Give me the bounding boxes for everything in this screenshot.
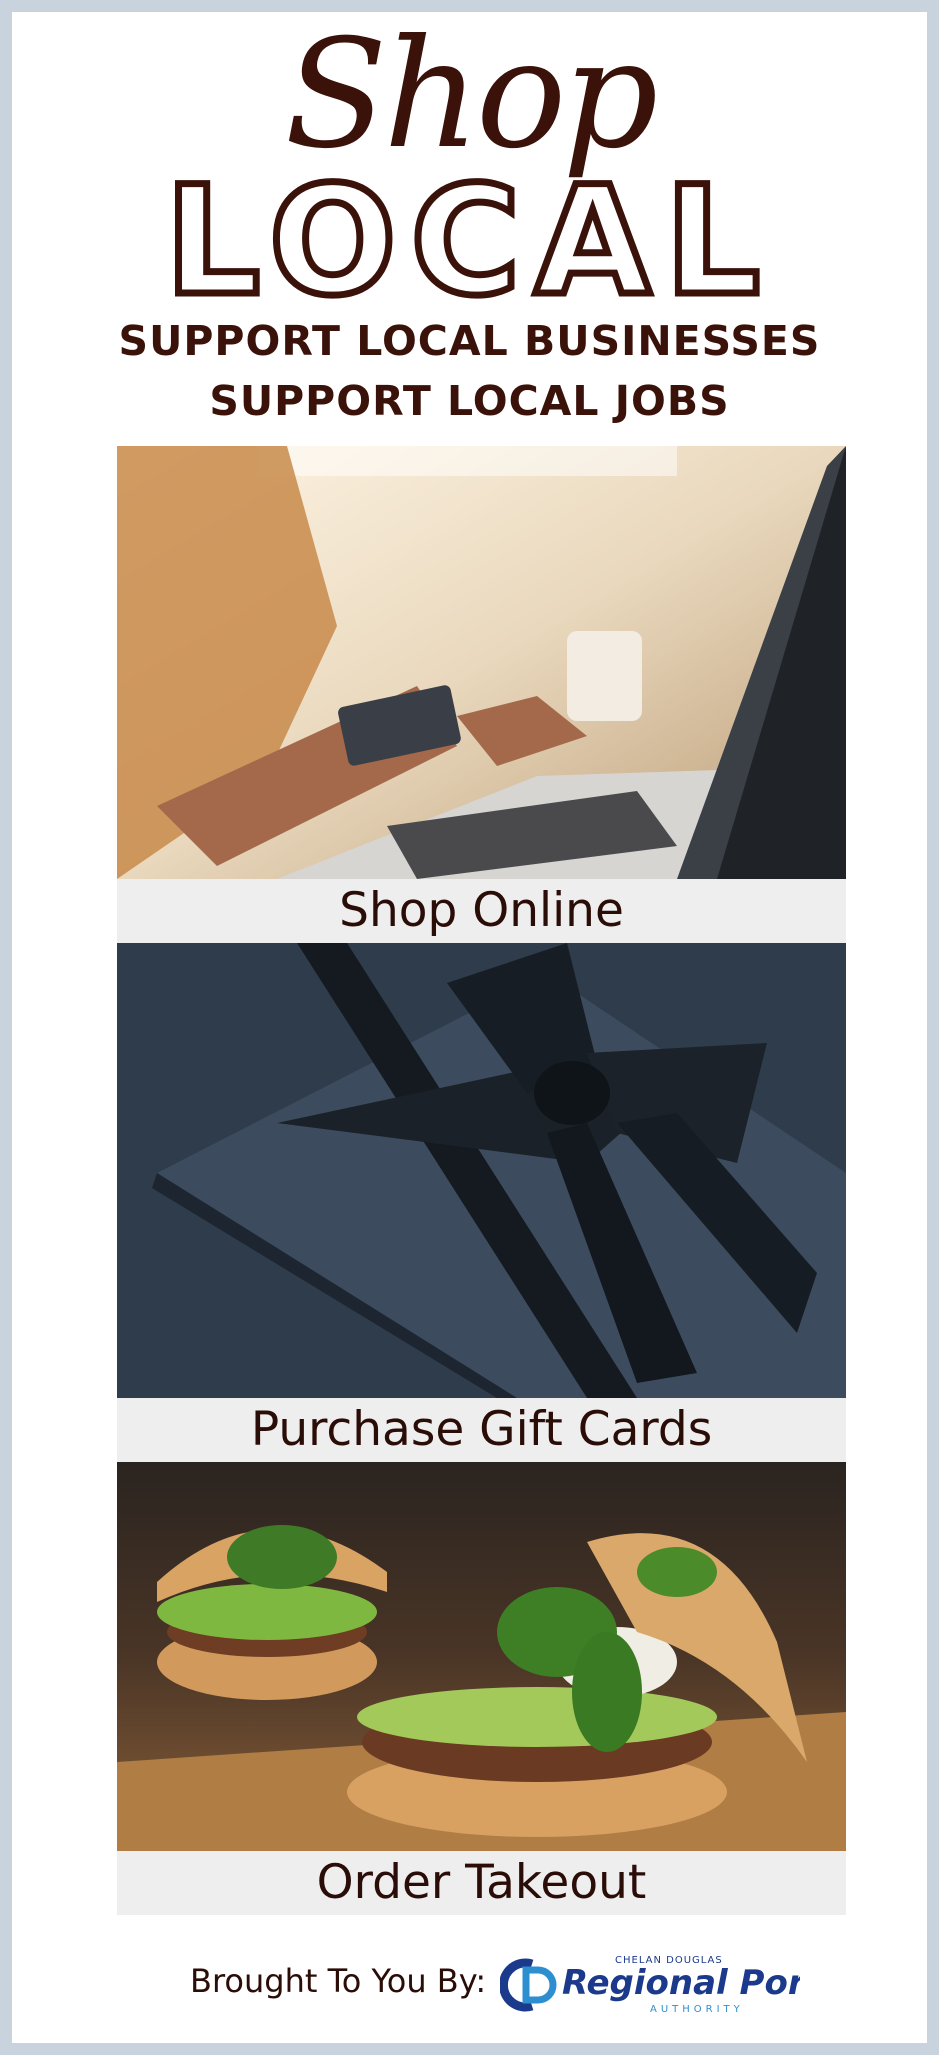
logo-small-bottom: AUTHORITY [650, 2004, 744, 2015]
tagline-jobs: SUPPORT LOCAL JOBS [209, 377, 730, 425]
caption-order-takeout: Order Takeout [117, 1851, 846, 1915]
regional-port-logo: CHELAN DOUGLAS Regional Port AUTHORITY [500, 1955, 800, 2015]
laptop-shopping-photo [117, 446, 846, 879]
caption-shop-online: Shop Online [117, 879, 846, 943]
caption-purchase-gift-cards: Purchase Gift Cards [117, 1398, 846, 1462]
logo-main-text: Regional Port [562, 1963, 800, 2003]
brought-by-text: Brought To You By: [190, 1962, 487, 2000]
cd-monogram-icon [500, 1958, 557, 2012]
tagline-businesses: SUPPORT LOCAL BUSINESSES [118, 317, 821, 365]
gift-box-photo [117, 943, 846, 1398]
burger-takeout-photo [117, 1462, 846, 1851]
local-outline-title: LOCAL [161, 155, 775, 329]
